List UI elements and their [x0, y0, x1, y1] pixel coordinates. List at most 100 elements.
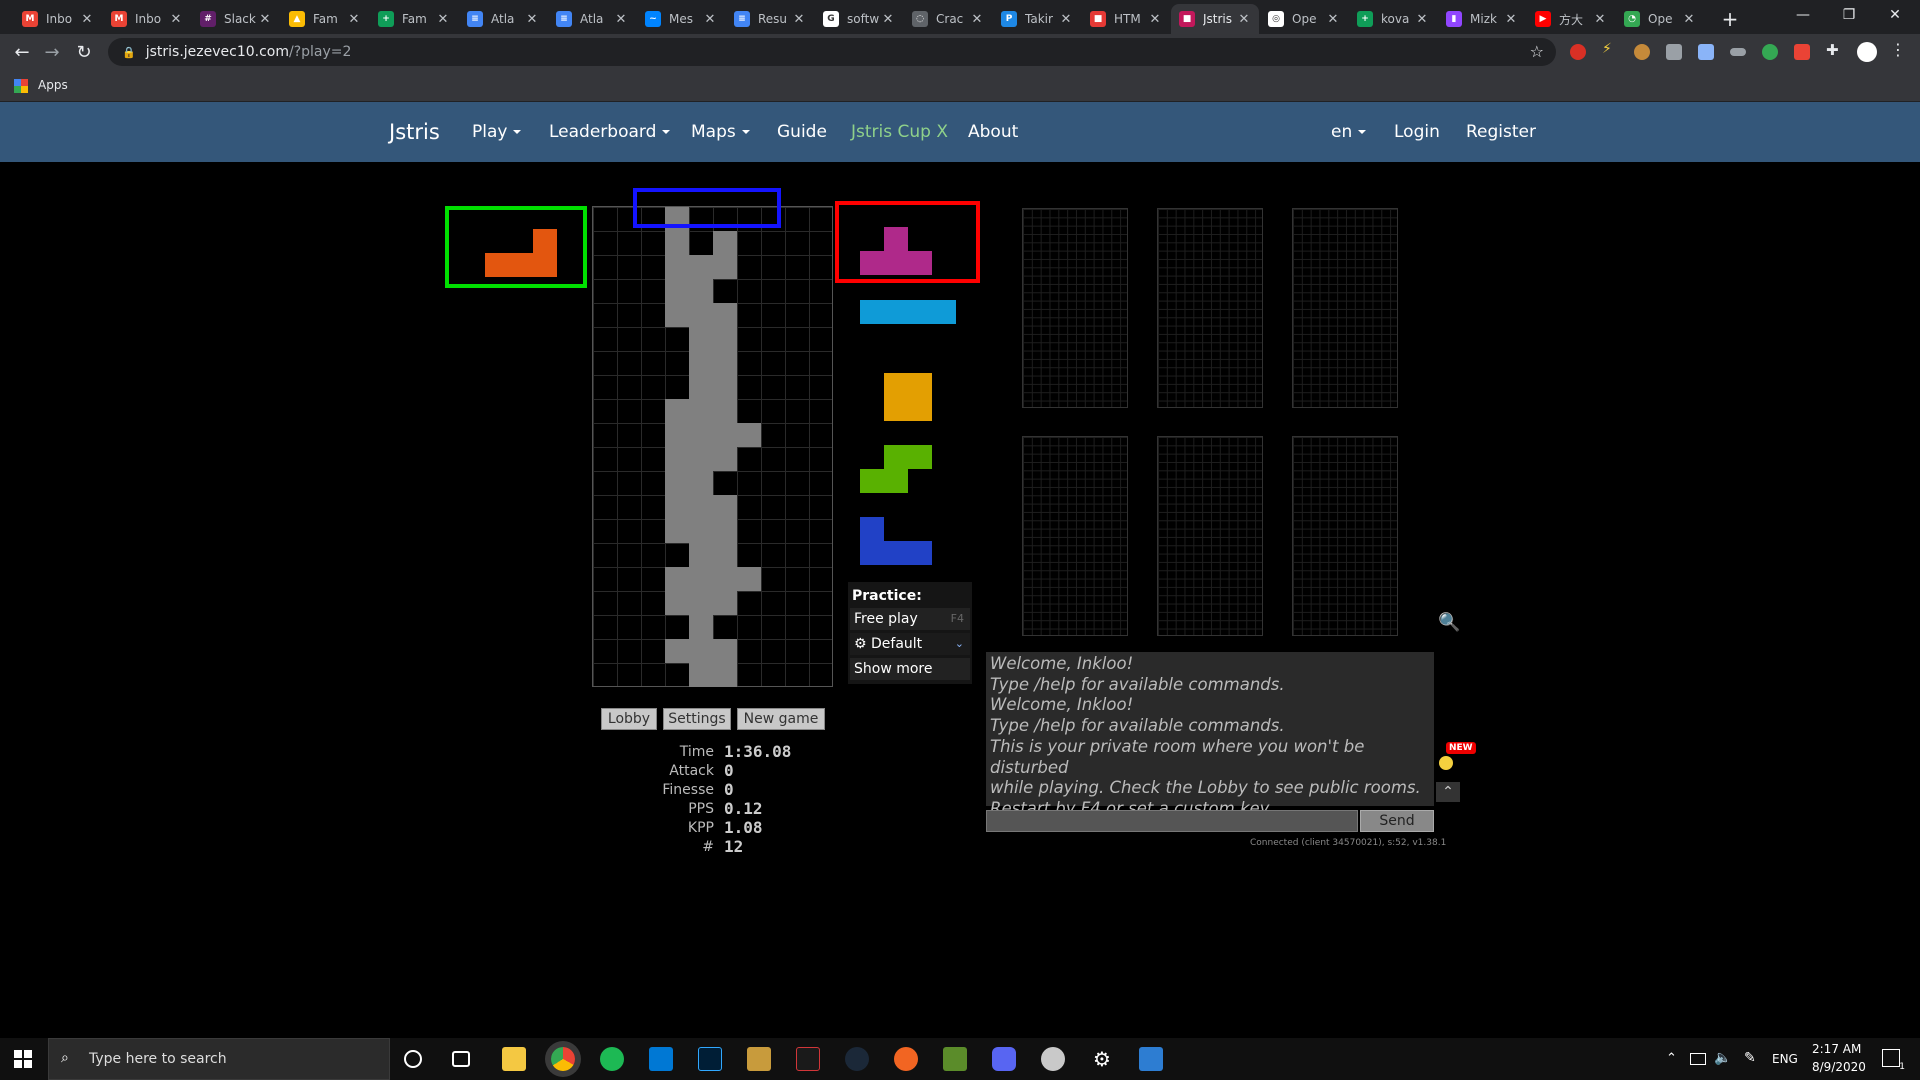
origin-icon[interactable] — [894, 1047, 918, 1071]
profile-avatar[interactable] — [1857, 42, 1877, 62]
game-app-icon[interactable] — [1041, 1047, 1065, 1071]
close-icon[interactable]: ✕ — [970, 12, 984, 27]
browser-tab[interactable]: M Inbo ✕ — [103, 4, 191, 34]
browser-tab[interactable]: M Inbo ✕ — [14, 4, 102, 34]
apps-grid-icon[interactable] — [14, 79, 28, 93]
spotify-icon[interactable] — [600, 1047, 624, 1071]
browser-tab[interactable]: ■ Jstris ✕ — [1171, 4, 1259, 34]
volume-icon[interactable]: 🔈 — [1714, 1050, 1731, 1066]
close-icon[interactable]: ✕ — [1682, 12, 1696, 27]
close-icon[interactable]: ✕ — [169, 12, 183, 27]
league-icon[interactable] — [747, 1047, 771, 1071]
close-icon[interactable]: ✕ — [525, 12, 539, 27]
vscode-icon[interactable] — [649, 1047, 673, 1071]
nav-jstris-cup[interactable]: Jstris Cup X — [851, 102, 948, 162]
browser-tab[interactable]: ◎ Ope ✕ — [1260, 4, 1348, 34]
extension-toggle-icon[interactable] — [1730, 48, 1746, 56]
extension-green-icon[interactable] — [1762, 44, 1778, 60]
send-button[interactable]: Send — [1360, 810, 1434, 832]
browser-tab[interactable]: # Slack ✕ — [192, 4, 280, 34]
browser-tab[interactable]: ▶ 方大 ✕ — [1527, 4, 1615, 34]
taskbar-search[interactable]: ⌕ Type here to search — [48, 1038, 390, 1080]
apps-bookmark[interactable]: Apps — [38, 78, 68, 92]
close-icon[interactable]: ✕ — [1148, 12, 1162, 27]
extension-code-icon[interactable] — [1698, 44, 1714, 60]
close-icon[interactable]: ✕ — [1237, 12, 1251, 27]
nav-guide[interactable]: Guide — [777, 102, 827, 162]
close-icon[interactable]: ✕ — [80, 12, 94, 27]
free-play-option[interactable]: Free play F4 — [850, 608, 970, 630]
close-icon[interactable]: ✕ — [1504, 12, 1518, 27]
close-icon[interactable]: ✕ — [1326, 12, 1340, 27]
photoshop-icon[interactable] — [698, 1047, 722, 1071]
chevron-up-icon[interactable]: ⌃ — [1666, 1051, 1677, 1066]
close-icon[interactable]: ✕ — [436, 12, 450, 27]
extension-red-icon[interactable] — [1570, 44, 1586, 60]
extension-k-icon[interactable] — [1666, 44, 1682, 60]
lobby-button[interactable]: Lobby — [601, 708, 657, 730]
menu-dots-icon[interactable]: ⋮ — [1890, 40, 1906, 59]
browser-tab[interactable]: ◌ Crac ✕ — [904, 4, 992, 34]
browser-tab[interactable]: ≡ Resu ✕ — [726, 4, 814, 34]
settings-gear-icon[interactable]: ⚙ — [1090, 1047, 1114, 1071]
nav-play[interactable]: Play — [472, 102, 522, 162]
bookmark-star-icon[interactable]: ☆ — [1530, 42, 1544, 61]
window-close-icon[interactable]: ✕ — [1872, 0, 1918, 30]
settings-button[interactable]: Settings — [663, 708, 731, 730]
chat-input[interactable] — [986, 810, 1358, 832]
close-icon[interactable]: ✕ — [881, 12, 895, 27]
nav-leaderboard[interactable]: Leaderboard — [549, 102, 671, 162]
extension-mail-icon[interactable] — [1794, 44, 1810, 60]
browser-tab[interactable]: ■ HTM ✕ — [1082, 4, 1170, 34]
language-dropdown[interactable]: en — [1331, 102, 1367, 162]
browser-tab[interactable]: P Takir ✕ — [993, 4, 1081, 34]
close-icon[interactable]: ✕ — [614, 12, 628, 27]
close-icon[interactable]: ✕ — [792, 12, 806, 27]
back-icon[interactable]: ← — [10, 40, 34, 64]
notification-icon[interactable]: 1 — [1882, 1049, 1905, 1072]
task-view-icon[interactable] — [452, 1051, 470, 1067]
close-icon[interactable]: ✕ — [258, 12, 272, 27]
browser-tab[interactable]: Gsoftw ✕ — [815, 4, 903, 34]
forward-icon[interactable]: → — [40, 40, 64, 64]
zoom-icon[interactable]: 🔍 — [1438, 612, 1460, 633]
main-board[interactable] — [592, 206, 833, 687]
minecraft-icon[interactable] — [943, 1047, 967, 1071]
valorant-icon[interactable] — [796, 1047, 820, 1071]
browser-tab[interactable]: ◔ Ope ✕ — [1616, 4, 1704, 34]
extension-cookie-icon[interactable] — [1634, 44, 1650, 60]
file-explorer-icon[interactable] — [502, 1047, 526, 1071]
browser-tab[interactable]: + kova ✕ — [1349, 4, 1437, 34]
browser-tab[interactable]: ▮ Mizk ✕ — [1438, 4, 1526, 34]
extensions-puzzle-icon[interactable]: ✚ — [1826, 41, 1842, 59]
input-language[interactable]: ENG — [1772, 1052, 1798, 1066]
chevron-up-icon[interactable]: ⌃ — [1436, 782, 1460, 802]
browser-tab[interactable]: ~ Mes ✕ — [637, 4, 725, 34]
browser-tab[interactable]: ≡ Atla ✕ — [548, 4, 636, 34]
new-tab-button[interactable]: + — [1707, 4, 1753, 34]
clock-date[interactable]: 8/9/2020 — [1812, 1060, 1866, 1074]
brand-logo[interactable]: Jstris — [389, 102, 440, 162]
close-icon[interactable]: ✕ — [347, 12, 361, 27]
close-icon[interactable]: ✕ — [1415, 12, 1429, 27]
nav-maps[interactable]: Maps — [691, 102, 750, 162]
nav-about[interactable]: About — [968, 102, 1018, 162]
mode-select[interactable]: ⚙ Default ⌄ — [850, 633, 970, 655]
cortana-icon[interactable] — [404, 1050, 422, 1068]
windows-start-icon[interactable] — [14, 1050, 32, 1068]
browser-tab[interactable]: ≡ Atla ✕ — [459, 4, 547, 34]
chrome-icon[interactable] — [551, 1047, 575, 1071]
clock-time[interactable]: 2:17 AM — [1812, 1042, 1861, 1056]
new-game-button[interactable]: New game — [737, 708, 825, 730]
maximize-icon[interactable]: ❐ — [1826, 0, 1872, 30]
register-link[interactable]: Register — [1466, 102, 1536, 162]
steam-icon[interactable] — [845, 1047, 869, 1071]
app-window-icon[interactable] — [1139, 1047, 1163, 1071]
login-link[interactable]: Login — [1394, 102, 1440, 162]
close-icon[interactable]: ✕ — [1593, 12, 1607, 27]
close-icon[interactable]: ✕ — [703, 12, 717, 27]
extension-bolt-icon[interactable]: ⚡ — [1602, 41, 1618, 57]
pen-icon[interactable]: ✎ — [1744, 1050, 1756, 1066]
network-icon[interactable] — [1690, 1053, 1706, 1065]
friends-button[interactable] — [1437, 752, 1457, 772]
